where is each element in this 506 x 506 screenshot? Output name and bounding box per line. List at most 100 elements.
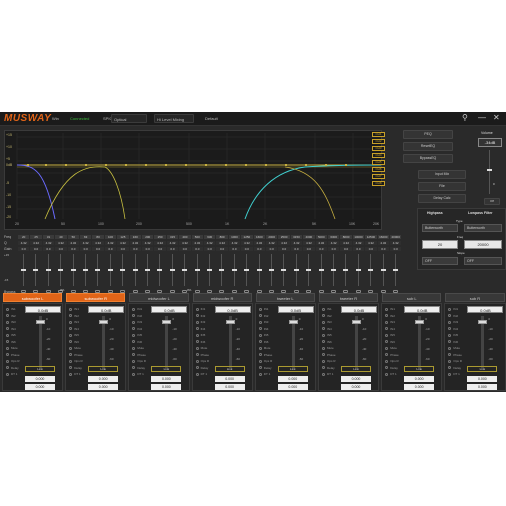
volume-value[interactable]: -34dB	[478, 138, 502, 147]
freq-cell[interactable]: 8000	[340, 235, 352, 239]
channel-row[interactable]: DT 1	[195, 371, 210, 378]
channel-row[interactable]: Ops R	[195, 358, 209, 365]
delay-input[interactable]: 0.000	[341, 376, 371, 382]
hp-freq-input[interactable]: 20	[422, 240, 458, 249]
q-cell[interactable]: 4.32	[352, 241, 365, 245]
gain-cell[interactable]: 0.0	[377, 247, 389, 251]
freq-cell[interactable]: 20000	[390, 235, 402, 239]
band-gain-knob[interactable]	[120, 269, 126, 271]
band-gain-knob[interactable]	[293, 269, 299, 271]
channel-row[interactable]: DT 1	[322, 371, 336, 378]
legend-ch4[interactable]: CH4	[372, 153, 385, 158]
fader-knob[interactable]	[99, 320, 109, 324]
q-cell[interactable]: 4.32	[390, 241, 402, 245]
freq-cell[interactable]: 25	[30, 235, 42, 239]
legend-ch5[interactable]: CH5	[372, 160, 385, 165]
band-gain-knob[interactable]	[244, 269, 250, 271]
delay-input[interactable]: 0.000	[151, 384, 182, 390]
channel-tab[interactable]: tweeter L	[255, 293, 315, 302]
channel-row[interactable]: Mute	[6, 345, 20, 352]
volume-slider[interactable]	[489, 150, 490, 194]
lp-freq-input[interactable]: 20000	[464, 240, 502, 249]
band-gain-knob[interactable]	[145, 269, 150, 271]
fader-knob[interactable]	[415, 320, 425, 324]
q-cell[interactable]: 4.32	[377, 241, 389, 245]
q-cell[interactable]: 4.32	[253, 241, 265, 245]
gain-cell[interactable]: 0.0	[340, 247, 352, 251]
channel-fader[interactable]	[225, 316, 235, 368]
freq-cell[interactable]: 3150	[290, 235, 303, 239]
freq-cell[interactable]: 315	[166, 235, 179, 239]
freq-cell[interactable]: 100	[104, 235, 117, 239]
link-button[interactable]: Link	[277, 366, 308, 372]
channel-tab[interactable]: midwoofer L	[129, 293, 189, 302]
freq-cell[interactable]: 160	[129, 235, 141, 239]
fader-knob[interactable]	[288, 320, 298, 324]
band-gain-knob[interactable]	[318, 269, 324, 271]
freq-cell[interactable]: 1000	[228, 235, 241, 239]
freq-cell[interactable]: 400	[179, 235, 191, 239]
band-gain-knob[interactable]	[33, 269, 39, 271]
band-gain-knob[interactable]	[182, 269, 188, 271]
q-cell[interactable]: 4.32	[340, 241, 352, 245]
gain-cell[interactable]: 0.0	[142, 247, 154, 251]
q-cell[interactable]: 4.32	[117, 241, 129, 245]
freq-cell[interactable]: 4000	[303, 235, 315, 239]
delay-input[interactable]: 0.000	[404, 384, 435, 390]
channel-fader[interactable]	[36, 316, 45, 368]
band-gain-knob[interactable]	[169, 269, 175, 271]
q-cell[interactable]: 4.32	[67, 241, 79, 245]
freq-cell[interactable]: 2000	[266, 235, 278, 239]
q-cell[interactable]: 4.32	[266, 241, 278, 245]
freq-cell[interactable]: 6300	[328, 235, 340, 239]
freq-cell[interactable]: 2500	[278, 235, 290, 239]
link-button[interactable]: Link	[467, 366, 498, 372]
input-mix-button[interactable]: Input Mix	[418, 170, 466, 179]
channel-row[interactable]: DT 1	[448, 371, 462, 378]
band-gain-knob[interactable]	[368, 269, 374, 271]
gain-cell[interactable]: 0.0	[278, 247, 290, 251]
channel-row[interactable]: DT 1	[385, 371, 399, 378]
wifi-icon[interactable]: Win	[52, 116, 59, 121]
freq-cell[interactable]: 500	[191, 235, 203, 239]
hilevel-select[interactable]: Hi Level Mixing	[154, 114, 194, 123]
q-cell[interactable]: 4.32	[216, 241, 228, 245]
freq-cell[interactable]: 12500	[365, 235, 377, 239]
q-cell[interactable]: 4.32	[290, 241, 303, 245]
channel-volume[interactable]: 0.0dB	[214, 306, 251, 313]
link-button[interactable]: Link	[88, 366, 119, 372]
q-cell[interactable]: 4.32	[278, 241, 290, 245]
freq-cell[interactable]: 31	[42, 235, 55, 239]
link-button[interactable]: Link	[25, 366, 55, 372]
q-cell[interactable]: 4.32	[42, 241, 55, 245]
freq-cell[interactable]: 16000	[377, 235, 389, 239]
q-cell[interactable]: 4.32	[328, 241, 340, 245]
band-gain-knob[interactable]	[231, 269, 237, 271]
band-gain-knob[interactable]	[331, 269, 336, 271]
gain-cell[interactable]: 0.0	[92, 247, 104, 251]
freq-cell[interactable]: 10000	[352, 235, 365, 239]
channel-volume[interactable]: 0.0dB	[25, 306, 61, 313]
freq-cell[interactable]: 1600	[253, 235, 265, 239]
band-gain-knob[interactable]	[83, 269, 88, 271]
band-gain-knob[interactable]	[219, 269, 225, 271]
channel-row[interactable]: Ops R	[258, 358, 272, 365]
channel-volume[interactable]: 0.0dB	[88, 306, 125, 313]
legend-ch3[interactable]: CH3	[372, 146, 385, 151]
delay-input[interactable]: 0.000	[88, 384, 119, 390]
delay-input[interactable]: 0.000	[341, 384, 371, 390]
gain-cell[interactable]: 0.0	[204, 247, 216, 251]
band-gain-knob[interactable]	[21, 269, 26, 271]
q-cell[interactable]: 4.32	[204, 241, 216, 245]
gain-cell[interactable]: 0.0	[352, 247, 365, 251]
gain-cell[interactable]: 0.0	[266, 247, 278, 251]
delay-calc-button[interactable]: Delay Calc	[418, 194, 466, 203]
freq-cell[interactable]: 1250	[241, 235, 253, 239]
gain-cell[interactable]: 0.0	[104, 247, 117, 251]
legend-ch1[interactable]: CH1	[372, 132, 385, 137]
channel-row[interactable]: Mute	[195, 345, 210, 352]
channel-row[interactable]: Ops R	[322, 358, 336, 365]
lp-slope-select[interactable]: OFF	[464, 257, 502, 265]
channel-volume[interactable]: 0.0dB	[151, 306, 188, 313]
channel-row[interactable]: Ops R	[448, 358, 462, 365]
